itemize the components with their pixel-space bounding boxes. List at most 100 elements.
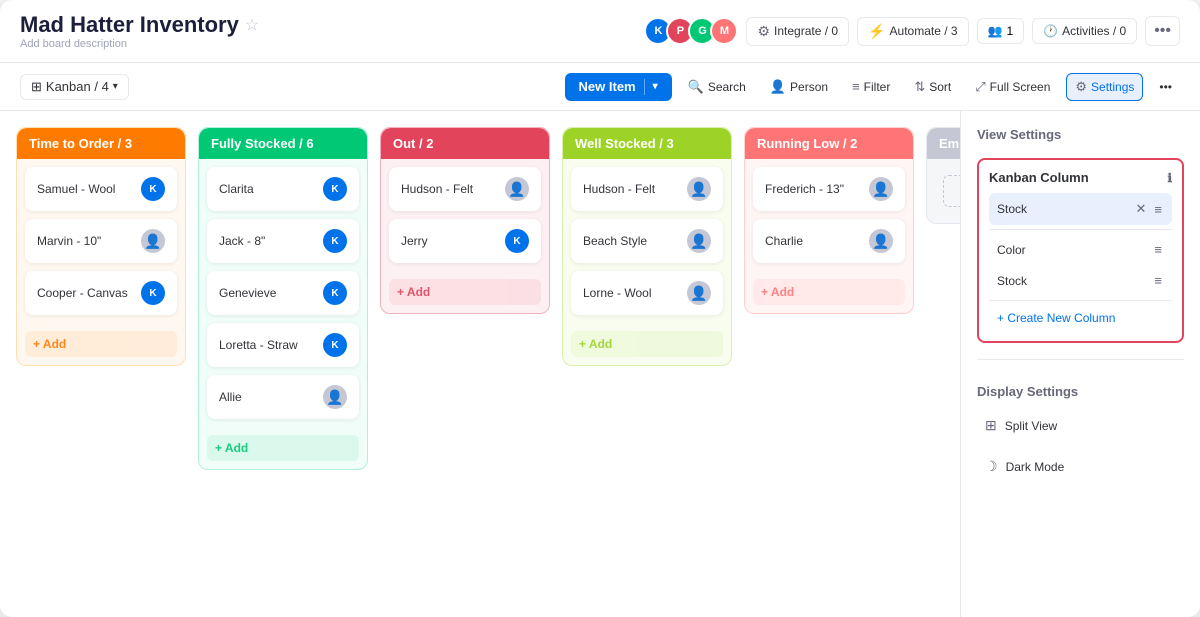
person-button[interactable]: 👤 Person (762, 74, 836, 100)
card-cooper-canvas[interactable]: Cooper - Canvas K (25, 271, 177, 315)
avatar: K (141, 281, 165, 305)
avatar: K (323, 281, 347, 305)
create-new-column-button[interactable]: + Create New Column (989, 305, 1172, 331)
avatar: K (323, 177, 347, 201)
column-title: Time to Order / 3 (29, 136, 132, 151)
search-icon: 🔍 (688, 79, 704, 95)
card-name: Clarita (219, 182, 323, 196)
card-name: Lorne - Wool (583, 286, 687, 300)
avatar: 👤 (687, 177, 711, 201)
fullscreen-button[interactable]: ⤢ Full Screen (967, 74, 1058, 100)
dark-mode-icon: ☽ (985, 458, 998, 475)
view-settings-title: View Settings (977, 127, 1184, 142)
header-more-button[interactable]: ••• (1145, 16, 1180, 46)
drag-handle-icon[interactable]: ≡ (1152, 271, 1164, 290)
column-footer-running-low: + Add (745, 271, 913, 313)
automate-button[interactable]: ⚡ Automate / 3 (857, 17, 968, 46)
card-lorne-wool[interactable]: Lorne - Wool 👤 (571, 271, 723, 315)
avatar-m: M (710, 17, 738, 45)
add-card-button[interactable]: + Add (571, 331, 723, 357)
column-item-color[interactable]: Color ≡ (989, 234, 1172, 265)
dark-mode-button[interactable]: ☽ Dark Mode (977, 452, 1184, 481)
chevron-down-icon: ▾ (113, 81, 118, 92)
avatar-group: K P G M (644, 17, 738, 45)
column-header-out: Out / 2 (381, 128, 549, 159)
activities-button[interactable]: 🕐 Activities / 0 (1032, 18, 1137, 44)
filter-button[interactable]: ≡ Filter (844, 74, 898, 99)
separator (989, 300, 1172, 301)
column-footer-out: + Add (381, 271, 549, 313)
card-name: Hudson - Felt (583, 182, 687, 196)
add-card-button[interactable]: + Add (25, 331, 177, 357)
separator (977, 359, 1184, 360)
header-title-row: Mad Hatter Inventory ☆ (20, 12, 632, 38)
add-card-button[interactable]: + Add (207, 435, 359, 461)
card-genevieve[interactable]: Genevieve K (207, 271, 359, 315)
add-card-button[interactable]: + Add (389, 279, 541, 305)
search-button[interactable]: 🔍 Search (680, 74, 754, 100)
separator (989, 229, 1172, 230)
settings-panel: View Settings Kanban Column ℹ Stock ✕ ≡ … (960, 111, 1200, 617)
card-samuel-wool[interactable]: Samuel - Wool K (25, 167, 177, 211)
card-name: Loretta - Straw (219, 338, 323, 352)
avatar: K (141, 177, 165, 201)
integrate-icon: ⚙ (757, 23, 770, 40)
toolbar: ⊞ Kanban / 4 ▾ New Item ▾ 🔍 Search 👤 Per… (0, 63, 1200, 111)
column-footer-fully-stocked: + Add (199, 427, 367, 469)
column-running-low: Running Low / 2 Frederich - 13" 👤 Charli… (744, 127, 914, 314)
avatar: 👤 (141, 229, 165, 253)
new-item-button[interactable]: New Item ▾ (565, 73, 672, 101)
column-item-name: Stock (997, 202, 1134, 216)
people-button[interactable]: 👥 1 (977, 18, 1025, 44)
card-name: Beach Style (583, 234, 687, 248)
split-view-button[interactable]: ⊞ Split View (977, 411, 1184, 440)
board-description[interactable]: Add board description (20, 38, 632, 50)
empty-add-button[interactable]: + Add (943, 175, 960, 207)
card-charlie[interactable]: Charlie 👤 (753, 219, 905, 263)
column-item-stock-active[interactable]: Stock ✕ ≡ (989, 193, 1172, 225)
card-jack[interactable]: Jack - 8" K (207, 219, 359, 263)
filter-icon: ≡ (852, 79, 860, 94)
kanban-selector[interactable]: ⊞ Kanban / 4 ▾ (20, 74, 129, 100)
avatar: 👤 (869, 177, 893, 201)
avatar: 👤 (323, 385, 347, 409)
column-footer-time-to-order: + Add (17, 323, 185, 365)
add-card-button[interactable]: + Add (753, 279, 905, 305)
toolbar-more-button[interactable]: ••• (1151, 75, 1180, 99)
card-marvin[interactable]: Marvin - 10" 👤 (25, 219, 177, 263)
column-item-stock-2[interactable]: Stock ≡ (989, 265, 1172, 296)
drag-handle-icon[interactable]: ≡ (1152, 240, 1164, 259)
card-beach-style[interactable]: Beach Style 👤 (571, 219, 723, 263)
card-hudson-felt-well[interactable]: Hudson - Felt 👤 (571, 167, 723, 211)
card-allie[interactable]: Allie 👤 (207, 375, 359, 419)
section-label: Kanban Column ℹ (989, 170, 1172, 185)
card-hudson-felt-out[interactable]: Hudson - Felt 👤 (389, 167, 541, 211)
column-title: Well Stocked / 3 (575, 136, 674, 151)
column-item-name: Stock (997, 274, 1152, 288)
card-name: Cooper - Canvas (37, 286, 141, 300)
avatar: 👤 (687, 281, 711, 305)
card-clarita[interactable]: Clarita K (207, 167, 359, 211)
card-name: Jack - 8" (219, 234, 323, 248)
integrate-button[interactable]: ⚙ Integrate / 0 (746, 17, 849, 46)
card-jerry[interactable]: Jerry K (389, 219, 541, 263)
people-icon: 👥 (988, 24, 1003, 38)
sort-button[interactable]: ⇅ Sort (906, 74, 959, 100)
avatar: K (323, 333, 347, 357)
star-icon[interactable]: ☆ (245, 15, 259, 35)
settings-button[interactable]: ⚙ Settings (1066, 73, 1143, 101)
kanban-icon: ⊞ (31, 79, 42, 95)
card-name: Samuel - Wool (37, 182, 141, 196)
avatar: 👤 (869, 229, 893, 253)
card-name: Genevieve (219, 286, 323, 300)
automate-icon: ⚡ (868, 23, 885, 40)
fullscreen-icon: ⤢ (975, 79, 985, 95)
card-name: Allie (219, 390, 323, 404)
card-frederich[interactable]: Frederich - 13" 👤 (753, 167, 905, 211)
info-icon[interactable]: ℹ (1167, 171, 1172, 185)
card-name: Charlie (765, 234, 869, 248)
card-loretta-straw[interactable]: Loretta - Straw K (207, 323, 359, 367)
drag-handle-icon[interactable]: ≡ (1152, 200, 1164, 219)
avatar: 👤 (505, 177, 529, 201)
close-icon[interactable]: ✕ (1134, 199, 1149, 219)
